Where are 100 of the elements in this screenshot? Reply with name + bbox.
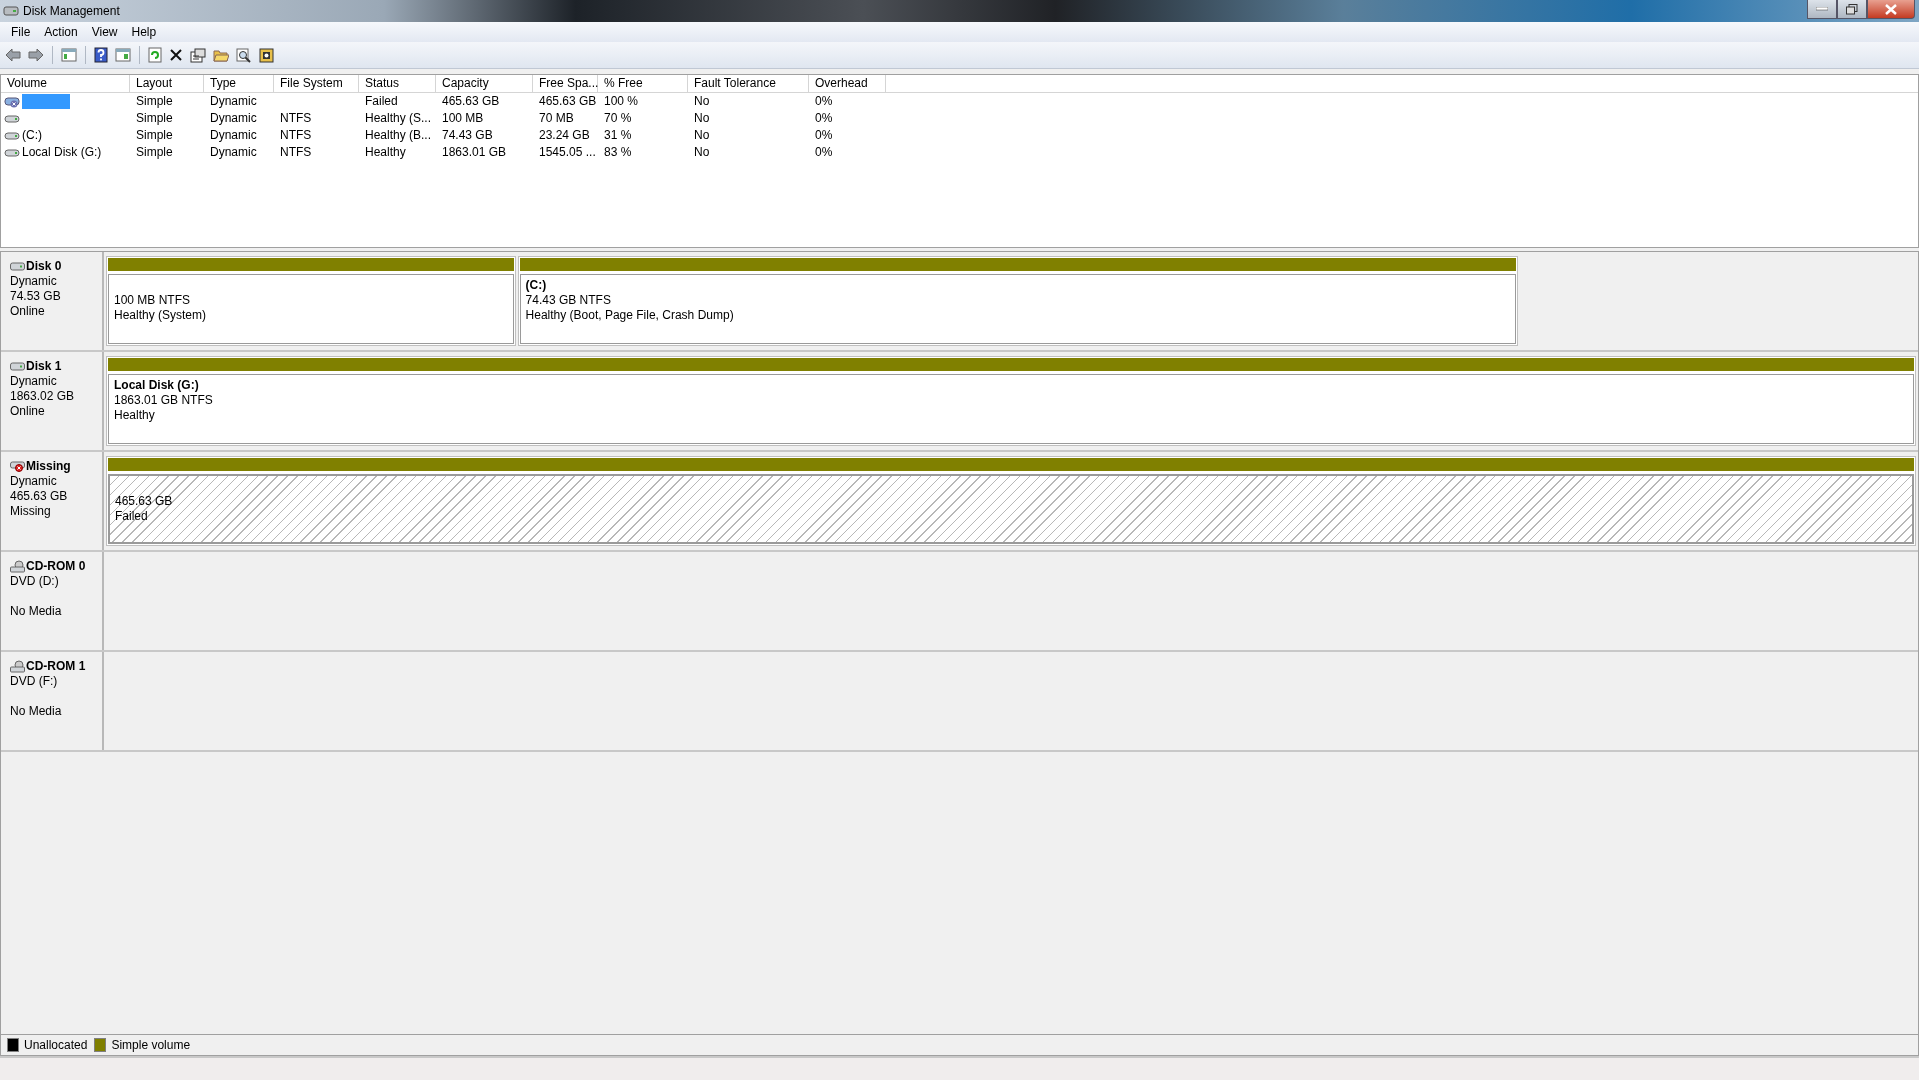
table-cell: 100 MB [442, 110, 484, 127]
table-cell: No [694, 144, 710, 161]
table-cell: Failed [365, 93, 398, 110]
disk-status: No Media [10, 704, 63, 719]
magnifier-icon[interactable] [236, 47, 252, 63]
disk-type: Dynamic [10, 474, 58, 489]
partition-status: Healthy (Boot, Page File, Crash Dump) [525, 308, 735, 323]
table-cell: Simple [136, 144, 173, 161]
help-icon[interactable] [94, 47, 108, 63]
disk-size: 74.53 GB [10, 289, 62, 304]
partition-block[interactable]: 100 MB NTFS Healthy (System) [106, 256, 516, 346]
table-cell: 1863.01 GB [442, 144, 507, 161]
table-cell: Simple [136, 127, 173, 144]
table-cell: 0% [815, 93, 833, 110]
table-cell: Dynamic [210, 127, 257, 144]
properties-icon[interactable] [190, 47, 206, 63]
disk-type: DVD (F:) [10, 674, 59, 689]
disk-name: CD-ROM 0 [26, 559, 86, 573]
table-cell: Dynamic [210, 110, 257, 127]
table-cell: Healthy (S... [365, 110, 432, 127]
menu-item[interactable]: View [84, 25, 125, 39]
partition-name: (C:) [525, 278, 548, 293]
partition-status: Healthy [114, 408, 156, 423]
table-cell: 465.63 GB [442, 93, 500, 110]
disk-type: DVD (D:) [10, 574, 60, 589]
minimize-button[interactable] [1807, 0, 1837, 19]
partition-size: 100 MB NTFS [114, 293, 192, 308]
disk-size: 1863.02 GB [10, 389, 76, 404]
table-cell: Healthy (B... [365, 127, 432, 144]
menu-item[interactable]: File [4, 25, 38, 39]
disk-type: Dynamic [10, 374, 58, 389]
optical-drive-icon [10, 659, 25, 673]
drive-icon [4, 130, 20, 141]
folder-icon[interactable] [213, 48, 229, 62]
menu-item[interactable]: Help [124, 25, 164, 39]
disk-name: CD-ROM 1 [26, 659, 86, 673]
refresh-icon[interactable] [148, 47, 162, 63]
table-cell: NTFS [280, 127, 312, 144]
drive-icon [4, 147, 20, 158]
drive-error-icon [10, 460, 25, 472]
partition-size: 465.63 GB [115, 494, 174, 509]
close-button[interactable] [1867, 0, 1915, 19]
partition-size: 74.43 GB NTFS [525, 293, 612, 308]
back-arrow-icon[interactable] [5, 48, 21, 62]
table-cell: 0% [815, 127, 833, 144]
table-cell: Local Disk (G:) [22, 144, 102, 161]
delete-icon[interactable] [169, 48, 183, 62]
disk-name: Disk 0 [26, 259, 62, 273]
table-cell: NTFS [280, 144, 312, 161]
disk-status: No Media [10, 604, 63, 619]
partition-status: Failed [115, 509, 149, 524]
disk-name: Disk 1 [26, 359, 62, 373]
table-cell: 0% [815, 110, 833, 127]
partition-size: 1863.01 GB NTFS [114, 393, 214, 408]
forward-arrow-icon[interactable] [28, 48, 44, 62]
menu-item[interactable]: Action [37, 25, 85, 39]
table-cell: NTFS [280, 110, 312, 127]
table-cell: No [694, 93, 710, 110]
table-cell: 74.43 GB [442, 127, 493, 144]
table-cell: Dynamic [210, 93, 257, 110]
table-cell: 465.63 GB [539, 93, 597, 110]
restore-icon [1846, 3, 1858, 15]
disk-type: Dynamic [10, 274, 58, 289]
close-icon [1885, 3, 1897, 15]
table-cell: (C:) [22, 127, 42, 144]
table-cell: 31 % [604, 127, 632, 144]
partition-block[interactable]: (C:) 74.43 GB NTFS Healthy (Boot, Page File, Crash Dump) [517, 256, 1518, 346]
table-cell: No [694, 127, 710, 144]
action-pane-icon[interactable] [115, 48, 131, 62]
disk-name: Missing [26, 459, 71, 473]
drive-icon [10, 261, 25, 271]
table-cell: 70 MB [539, 110, 574, 127]
table-cell: 0% [815, 144, 833, 161]
table-cell: No [694, 110, 710, 127]
drive-icon [4, 113, 20, 124]
table-cell: 1545.05 ... [539, 144, 596, 161]
disk-size: 465.63 GB [10, 489, 69, 504]
window-title: Disk Management [23, 4, 120, 18]
table-cell: 23.24 GB [539, 127, 590, 144]
table-cell: Dynamic [210, 144, 257, 161]
partition-status: Healthy (System) [114, 308, 208, 323]
table-cell: 100 % [604, 93, 639, 110]
minimize-icon [1816, 7, 1828, 11]
disk-status: Online [10, 304, 46, 319]
table-cell: Simple [136, 110, 173, 127]
table-cell: Healthy [365, 144, 406, 161]
partition-block[interactable]: Local Disk (G:) 1863.01 GB NTFS Healthy [106, 356, 1916, 446]
disk-status: Online [10, 404, 46, 419]
legend-label: Unallocated [24, 1038, 88, 1052]
legend-label: Simple volume [111, 1038, 191, 1052]
table-cell: 70 % [604, 110, 632, 127]
partition-block[interactable]: 465.63 GB Failed [106, 456, 1916, 546]
console-tree-icon[interactable] [61, 48, 77, 62]
disk-status: Missing [10, 504, 52, 519]
restore-button[interactable] [1837, 0, 1867, 19]
table-cell: 83 % [604, 144, 632, 161]
table-cell: Simple [136, 93, 173, 110]
drive-icon [10, 361, 25, 371]
partition-name: Local Disk (G:) [114, 378, 200, 393]
optical-drive-icon [10, 559, 25, 573]
